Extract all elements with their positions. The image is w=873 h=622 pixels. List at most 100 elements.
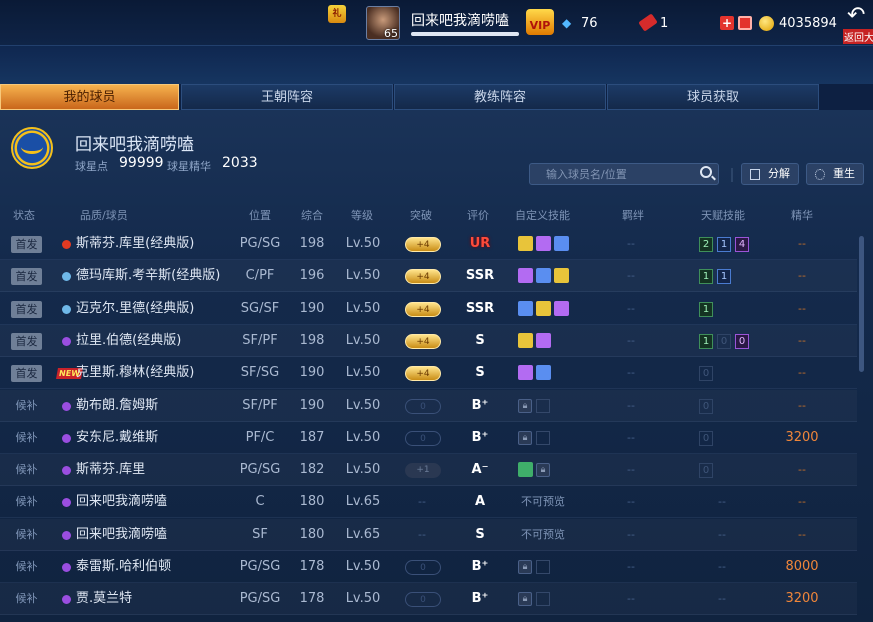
player-name-cell: 迈克尔.里德(经典版): [76, 300, 195, 316]
position-cell: SF: [252, 526, 268, 542]
skill-icon[interactable]: [518, 268, 533, 284]
quality-dot-icon: [62, 336, 71, 346]
table-row[interactable]: 首发 德玛库斯.考辛斯(经典版) C/PF 196 Lv.50 +4 SSR -- 1 1 --: [0, 260, 857, 293]
search-input[interactable]: [530, 164, 690, 184]
header-position: 位置: [249, 209, 271, 222]
skill-icon[interactable]: [518, 236, 533, 251]
document-icon: [750, 169, 760, 180]
status-badge: 候补: [15, 463, 38, 477]
table-row[interactable]: 候补 回来吧我滴唠嗑 SF 180 Lv.65 -- S 不可预览 -- -- --: [0, 519, 857, 551]
bond-cell: --: [627, 333, 635, 347]
skill-icon[interactable]: [554, 236, 569, 251]
tab-my-players[interactable]: 我的球员: [0, 84, 179, 110]
position-cell: C: [255, 494, 265, 510]
star-points-label: 球星点: [75, 160, 108, 173]
player-avatar[interactable]: 65: [366, 6, 400, 40]
tab-dynasty-lineup[interactable]: 王朝阵容: [181, 84, 393, 110]
position-cell: SF/PF: [242, 332, 278, 348]
lock-icon: 🔒︎: [518, 592, 532, 607]
empty-skill-slot[interactable]: [536, 430, 550, 445]
overall-cell: 190: [299, 300, 325, 316]
player-name-cell: 回来吧我滴唠嗑: [76, 494, 168, 510]
position-cell: SF/SG: [240, 365, 280, 381]
bond-cell: --: [627, 560, 635, 573]
skill-icon[interactable]: [536, 332, 551, 348]
talent-level-badge: 0: [717, 333, 731, 349]
essence-cell: --: [798, 463, 806, 477]
status-badge: 首发: [11, 332, 42, 350]
header-rating: 评价: [467, 209, 489, 222]
essence-value: 2033: [222, 155, 258, 171]
status-badge: 候补: [15, 398, 38, 412]
skill-icon[interactable]: [518, 462, 533, 478]
rating-grade: B⁺: [471, 429, 489, 445]
skill-icon[interactable]: [554, 300, 569, 316]
position-cell: PG/SG: [239, 559, 281, 574]
table-row[interactable]: 首发 NEW 克里斯.穆林(经典版) SF/SG 190 Lv.50 +4 S -- 0 --: [0, 357, 857, 390]
table-row[interactable]: 候补 回来吧我滴唠嗑 C 180 Lv.65 -- A 不可预览 -- -- --: [0, 486, 857, 519]
table-row[interactable]: 首发 迈克尔.里德(经典版) SG/SF 190 Lv.50 +4 SSR -- 1 --: [0, 293, 857, 325]
table-row[interactable]: 候补 贾.莫兰特 PG/SG 178 Lv.50 0 B⁺ 🔒︎ -- -- 3200: [0, 583, 857, 616]
tab-player-acquire[interactable]: 球员获取: [607, 84, 819, 110]
skill-icon[interactable]: [518, 365, 533, 381]
skill-icon[interactable]: [518, 332, 533, 348]
essence-cell: 8000: [785, 559, 819, 574]
gift-icon[interactable]: 礼: [328, 5, 346, 23]
breakthrough-pill: +4: [405, 269, 441, 285]
calendar-icon[interactable]: [738, 16, 752, 30]
table-row[interactable]: 首发 斯蒂芬.库里(经典版) PG/SG 198 Lv.50 +4 UR -- 2 1 4 --: [0, 228, 857, 260]
back-button[interactable]: ↶ 返回大: [842, 3, 873, 44]
table-row[interactable]: 候补 斯蒂芬.库里 PG/SG 182 Lv.50 +1 A⁻ 🔒︎ -- 0 --: [0, 454, 857, 487]
rating-grade: S: [475, 332, 485, 348]
quality-dot-icon: [62, 466, 71, 476]
table-row[interactable]: 候补 勒布朗.詹姆斯 SF/PF 190 Lv.50 0 B⁺ 🔒︎ -- 0 --: [0, 390, 857, 422]
essence-cell: --: [798, 495, 806, 509]
skill-icon[interactable]: [536, 236, 551, 251]
essence-cell: --: [798, 269, 806, 283]
player-panel: 回来吧我滴唠嗑 球星点 99999 球星精华 2033 分解 重生 状态 品质/…: [0, 110, 873, 622]
essence-cell: --: [798, 237, 806, 250]
empty-skill-slot[interactable]: [536, 592, 550, 607]
table-row[interactable]: 候补 泰雷斯.哈利伯顿 PG/SG 178 Lv.50 0 B⁺ 🔒︎ -- -- 8000: [0, 551, 857, 583]
rating-grade: B⁺: [471, 559, 489, 574]
bond-cell: --: [627, 495, 635, 509]
overall-cell: 196: [299, 268, 325, 284]
status-badge: 候补: [15, 592, 38, 606]
skill-icon[interactable]: [554, 268, 569, 284]
search-box: [529, 163, 719, 185]
breakthrough-cell: --: [418, 495, 426, 509]
empty-skill-slot[interactable]: [536, 398, 550, 413]
position-cell: PG/SG: [239, 591, 281, 607]
table-row[interactable]: 首发 拉里.伯德(经典版) SF/PF 198 Lv.50 +4 S -- 1 0 0 --: [0, 325, 857, 357]
table-row[interactable]: 候补 安东尼.戴维斯 PF/C 187 Lv.50 0 B⁺ 🔒︎ -- 0 3200: [0, 422, 857, 454]
bond-cell: --: [627, 237, 635, 250]
add-currency-button[interactable]: +: [720, 16, 734, 30]
player-name-cell: 安东尼.戴维斯: [76, 429, 159, 445]
back-arrow-icon: ↶: [847, 3, 866, 28]
search-icon[interactable]: [700, 166, 712, 178]
sparkle-icon: [815, 169, 825, 180]
player-level: 65: [384, 27, 398, 40]
header-essence: 精华: [791, 209, 813, 222]
rebirth-button[interactable]: 重生: [806, 163, 864, 185]
player-name-cell: 回来吧我滴唠嗑: [76, 526, 168, 542]
skill-icon[interactable]: [536, 365, 551, 381]
skill-icon[interactable]: [536, 300, 551, 316]
skill-icon[interactable]: [536, 268, 551, 284]
empty-skill-slot[interactable]: [536, 560, 550, 574]
level-cell: Lv.65: [345, 494, 381, 510]
scrollbar[interactable]: [859, 236, 864, 372]
player-name-cell: 德玛库斯.考辛斯(经典版): [76, 268, 221, 284]
level-cell: Lv.50: [345, 559, 381, 574]
breakthrough-pill: 0: [405, 430, 441, 446]
rating-grade: B⁺: [471, 397, 489, 413]
tab-coach-lineup[interactable]: 教练阵容: [394, 84, 606, 110]
overall-cell: 187: [299, 429, 325, 445]
status-badge: 候补: [15, 527, 38, 541]
header-breakthrough: 突破: [410, 209, 432, 222]
decompose-button[interactable]: 分解: [741, 163, 799, 185]
level-cell: Lv.50: [345, 591, 381, 607]
overall-cell: 198: [299, 236, 325, 251]
vip-badge[interactable]: VIP: [526, 9, 554, 35]
skill-icon[interactable]: [518, 300, 533, 316]
